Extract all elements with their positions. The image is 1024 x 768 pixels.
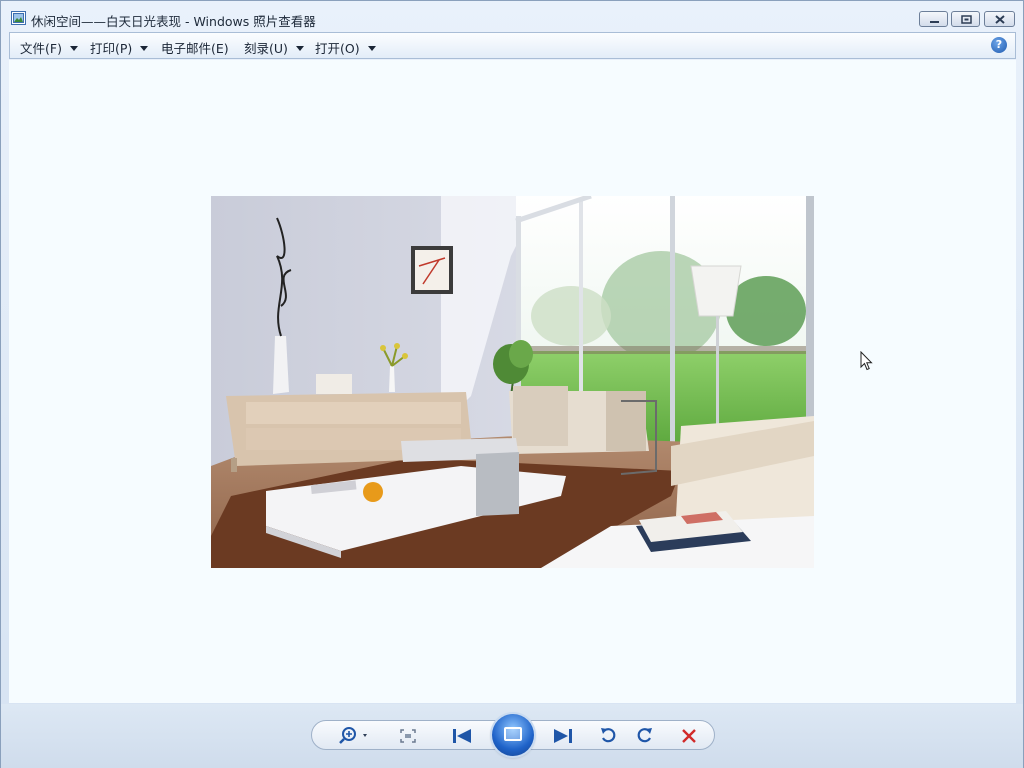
photo-viewer-app-icon bbox=[11, 11, 26, 25]
next-icon bbox=[554, 729, 572, 743]
menu-email-label: 电子邮件(E) bbox=[161, 41, 229, 56]
minimize-button[interactable] bbox=[919, 11, 948, 27]
mouse-cursor-icon bbox=[860, 351, 873, 371]
rotate-clockwise-button[interactable] bbox=[634, 725, 654, 745]
rotate-clockwise-icon bbox=[637, 728, 652, 743]
menu-print-label: 打印(P) bbox=[90, 41, 133, 56]
photo-viewer-window: 休闲空间——白天日光表现 - Windows 照片查看器 文件(F) 打印(P)… bbox=[0, 0, 1024, 768]
menu-email[interactable]: 电子邮件(E) bbox=[161, 38, 229, 57]
menu-burn-label: 刻录(U) bbox=[244, 41, 288, 56]
menu-bar: 文件(F) 打印(P) 电子邮件(E) 刻录(U) 打开(O) ? bbox=[9, 32, 1016, 59]
help-icon[interactable]: ? bbox=[991, 37, 1007, 53]
chevron-down-icon bbox=[140, 46, 149, 51]
chevron-down-icon bbox=[69, 46, 78, 51]
rotate-counterclockwise-icon bbox=[601, 728, 616, 743]
actual-size-button[interactable] bbox=[399, 728, 417, 744]
menu-open[interactable]: 打开(O) bbox=[315, 38, 376, 57]
minimize-icon bbox=[930, 21, 939, 23]
menu-file-label: 文件(F) bbox=[20, 41, 62, 56]
rotate-counterclockwise-button[interactable] bbox=[599, 725, 619, 745]
window-title: 休闲空间——白天日光表现 - Windows 照片查看器 bbox=[31, 14, 316, 29]
displayed-photo bbox=[211, 196, 814, 568]
previous-button[interactable] bbox=[449, 726, 475, 746]
zoom-button[interactable] bbox=[339, 726, 373, 746]
living-room-render bbox=[211, 196, 814, 568]
delete-button[interactable] bbox=[679, 726, 699, 746]
restore-icon bbox=[961, 15, 972, 24]
menu-print[interactable]: 打印(P) bbox=[90, 38, 149, 57]
zoom-icon bbox=[339, 727, 367, 744]
title-bar[interactable]: 休闲空间——白天日光表现 - Windows 照片查看器 bbox=[1, 1, 1023, 33]
photo-canvas[interactable] bbox=[9, 60, 1016, 703]
slideshow-button[interactable] bbox=[492, 714, 534, 756]
actual-size-icon bbox=[400, 729, 416, 743]
next-button[interactable] bbox=[550, 726, 576, 746]
playback-controls-bar bbox=[1, 704, 1023, 768]
menu-burn[interactable]: 刻录(U) bbox=[244, 38, 304, 57]
chevron-down-icon bbox=[367, 46, 376, 51]
menu-file[interactable]: 文件(F) bbox=[20, 38, 78, 57]
close-icon bbox=[995, 15, 1005, 24]
previous-icon bbox=[453, 729, 471, 743]
slideshow-icon bbox=[504, 727, 522, 741]
delete-icon bbox=[682, 729, 696, 743]
close-button[interactable] bbox=[984, 11, 1015, 27]
maximize-button[interactable] bbox=[951, 11, 980, 27]
chevron-down-icon bbox=[295, 46, 304, 51]
menu-open-label: 打开(O) bbox=[315, 41, 360, 56]
